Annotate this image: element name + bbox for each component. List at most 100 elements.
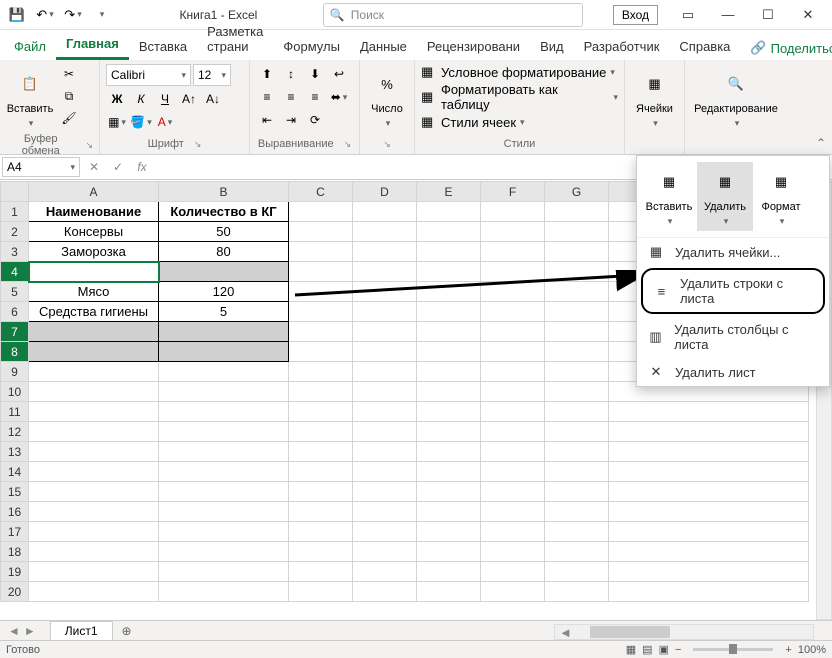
italic-button[interactable]: К bbox=[130, 89, 152, 109]
active-cell[interactable] bbox=[29, 262, 159, 282]
insert-cells-button[interactable]: ▦ Вставить▾ bbox=[641, 162, 697, 231]
row-header[interactable]: 3 bbox=[1, 242, 29, 262]
align-right-icon[interactable]: ≡ bbox=[304, 87, 326, 107]
wrap-text-icon[interactable]: ↩ bbox=[328, 64, 350, 84]
col-header-a[interactable]: A bbox=[29, 182, 159, 202]
zoom-in-icon[interactable]: + bbox=[785, 644, 791, 656]
editing-group-button[interactable]: 🔍 Редактирование ▾ bbox=[691, 64, 781, 133]
cell-styles-button[interactable]: ▦Стили ячеек▾ bbox=[421, 114, 525, 130]
tab-home[interactable]: Главная bbox=[56, 30, 129, 60]
sheet-next-icon[interactable]: ► bbox=[24, 624, 36, 638]
menu-delete-columns[interactable]: ▥ Удалить столбцы с листа bbox=[637, 316, 829, 358]
font-size-combo[interactable]: 12▾ bbox=[193, 64, 231, 86]
align-bottom-icon[interactable]: ⬇ bbox=[304, 64, 326, 84]
close-icon[interactable]: ✕ bbox=[788, 1, 828, 29]
col-header-c[interactable]: C bbox=[289, 182, 353, 202]
zoom-out-icon[interactable]: − bbox=[675, 644, 681, 656]
maximize-icon[interactable]: ☐ bbox=[748, 1, 788, 29]
row-header[interactable]: 20 bbox=[1, 582, 29, 602]
undo-icon[interactable]: ↶▾ bbox=[32, 3, 58, 27]
number-format-button[interactable]: % Число ▾ bbox=[366, 64, 408, 133]
row-header[interactable]: 9 bbox=[1, 362, 29, 382]
tab-formulas[interactable]: Формулы bbox=[273, 33, 350, 60]
horizontal-scrollbar[interactable]: ◄ bbox=[554, 624, 814, 640]
cell[interactable] bbox=[29, 322, 159, 342]
sheet-tab[interactable]: Лист1 bbox=[50, 621, 113, 640]
cell[interactable]: Заморозка bbox=[29, 242, 159, 262]
row-header-selected[interactable]: 7 bbox=[1, 322, 29, 342]
row-header[interactable]: 18 bbox=[1, 542, 29, 562]
tab-data[interactable]: Данные bbox=[350, 33, 417, 60]
row-header[interactable]: 11 bbox=[1, 402, 29, 422]
cancel-formula-icon[interactable]: ✕ bbox=[82, 157, 106, 177]
row-header-selected[interactable]: 8 bbox=[1, 342, 29, 362]
row-header[interactable]: 2 bbox=[1, 222, 29, 242]
cut-icon[interactable]: ✂ bbox=[58, 64, 80, 84]
paste-button[interactable]: 📋 Вставить ▾ bbox=[6, 64, 54, 133]
merge-icon[interactable]: ⬌▾ bbox=[328, 87, 350, 107]
login-button[interactable]: Вход bbox=[613, 5, 658, 25]
row-header[interactable]: 14 bbox=[1, 462, 29, 482]
tab-developer[interactable]: Разработчик bbox=[574, 33, 670, 60]
align-left-icon[interactable]: ≡ bbox=[256, 87, 278, 107]
cell[interactable]: 80 bbox=[159, 242, 289, 262]
col-header-b[interactable]: B bbox=[159, 182, 289, 202]
tab-layout[interactable]: Разметка страни bbox=[197, 18, 273, 60]
fill-color-icon[interactable]: 🪣▾ bbox=[130, 112, 152, 132]
share-button[interactable]: 🔗 Поделиться bbox=[740, 36, 832, 60]
indent-dec-icon[interactable]: ⇤ bbox=[256, 110, 278, 130]
font-grow-icon[interactable]: A↑ bbox=[178, 89, 200, 109]
menu-delete-cells[interactable]: ▦ Удалить ячейки... bbox=[637, 238, 829, 266]
new-sheet-icon[interactable]: ⊕ bbox=[117, 624, 137, 638]
format-as-table-button[interactable]: ▦Форматировать как таблицу▾ bbox=[421, 82, 618, 112]
cell[interactable]: Мясо bbox=[29, 282, 159, 302]
font-dialog-icon[interactable]: ↘ bbox=[194, 139, 202, 150]
menu-delete-sheet[interactable]: ✕ Удалить лист bbox=[637, 358, 829, 386]
cell[interactable]: Количество в КГ bbox=[159, 202, 289, 222]
sheet-prev-icon[interactable]: ◄ bbox=[8, 624, 20, 638]
cell[interactable] bbox=[159, 342, 289, 362]
conditional-formatting-button[interactable]: ▦Условное форматирование▾ bbox=[421, 64, 615, 80]
tab-view[interactable]: Вид bbox=[530, 33, 574, 60]
col-header-f[interactable]: F bbox=[481, 182, 545, 202]
tab-file[interactable]: Файл bbox=[4, 33, 56, 60]
cell[interactable]: Средства гигиены bbox=[29, 302, 159, 322]
font-shrink-icon[interactable]: A↓ bbox=[202, 89, 224, 109]
row-header[interactable]: 19 bbox=[1, 562, 29, 582]
indent-inc-icon[interactable]: ⇥ bbox=[280, 110, 302, 130]
zoom-level[interactable]: 100% bbox=[798, 644, 826, 656]
underline-button[interactable]: Ч bbox=[154, 89, 176, 109]
cells-group-button[interactable]: ▦ Ячейки ▾ bbox=[631, 64, 678, 133]
row-header[interactable]: 10 bbox=[1, 382, 29, 402]
alignment-dialog-icon[interactable]: ↘ bbox=[344, 139, 352, 150]
save-icon[interactable]: 💾 bbox=[4, 3, 30, 27]
cell[interactable] bbox=[159, 262, 289, 282]
zoom-slider[interactable] bbox=[693, 648, 773, 651]
borders-icon[interactable]: ▦▾ bbox=[106, 112, 128, 132]
cell[interactable] bbox=[159, 322, 289, 342]
clipboard-dialog-icon[interactable]: ↘ bbox=[85, 140, 93, 151]
row-header[interactable]: 15 bbox=[1, 482, 29, 502]
cell[interactable]: 50 bbox=[159, 222, 289, 242]
align-top-icon[interactable]: ⬆ bbox=[256, 64, 278, 84]
view-normal-icon[interactable]: ▦ bbox=[626, 643, 636, 656]
name-box[interactable]: A4▾ bbox=[2, 157, 80, 177]
row-header[interactable]: 5 bbox=[1, 282, 29, 302]
tab-help[interactable]: Справка bbox=[669, 33, 740, 60]
cell[interactable]: 120 bbox=[159, 282, 289, 302]
row-header[interactable]: 6 bbox=[1, 302, 29, 322]
qat-customize-icon[interactable]: ▾ bbox=[88, 3, 114, 27]
tab-review[interactable]: Рецензировани bbox=[417, 33, 530, 60]
cell[interactable]: 5 bbox=[159, 302, 289, 322]
format-painter-icon[interactable]: 🖌 bbox=[58, 108, 80, 128]
bold-button[interactable]: Ж bbox=[106, 89, 128, 109]
view-pagebreak-icon[interactable]: ▣ bbox=[659, 643, 669, 656]
orientation-icon[interactable]: ⟳ bbox=[304, 110, 326, 130]
col-header-e[interactable]: E bbox=[417, 182, 481, 202]
search-box[interactable]: 🔍 Поиск bbox=[323, 3, 583, 27]
enter-formula-icon[interactable]: ✓ bbox=[106, 157, 130, 177]
view-layout-icon[interactable]: ▤ bbox=[642, 643, 652, 656]
font-color-icon[interactable]: A▾ bbox=[154, 112, 176, 132]
tab-insert[interactable]: Вставка bbox=[129, 33, 197, 60]
fx-icon[interactable]: fx bbox=[130, 157, 154, 177]
